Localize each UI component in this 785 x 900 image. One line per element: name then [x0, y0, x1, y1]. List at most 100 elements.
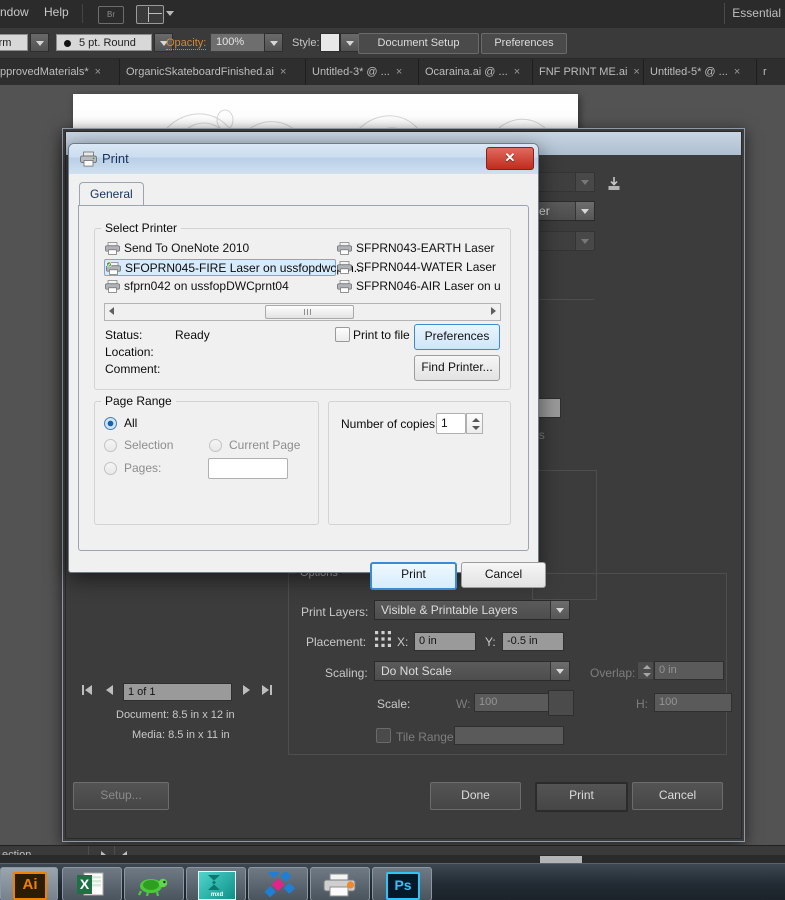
first-page-icon[interactable]	[80, 682, 96, 698]
printer-list-item-selected[interactable]: SFOPRN045-FIRE Laser on ussfopdwcprn...	[104, 259, 364, 276]
chevron-down-icon[interactable]	[575, 232, 594, 250]
link-scale-icon[interactable]	[548, 690, 574, 716]
document-setup-button[interactable]: Document Setup	[358, 33, 479, 54]
photoshop-icon: Ps	[386, 872, 420, 900]
radio-current-page[interactable]	[209, 439, 222, 452]
copies-stepper[interactable]	[466, 413, 483, 434]
radio-all-label[interactable]: All	[124, 416, 137, 430]
scale-h-input[interactable]: 100	[654, 693, 732, 712]
placement-x-input[interactable]: 0 in	[414, 632, 476, 651]
tile-range-checkbox[interactable]	[376, 728, 391, 743]
printer-icon	[337, 261, 352, 274]
workspace-switcher[interactable]: Essential	[732, 6, 781, 20]
menu-bar: ndow Help Br Essential	[0, 0, 785, 29]
previous-page-icon[interactable]	[102, 682, 118, 698]
printer-list-item[interactable]: sfprn042 on ussfopDWCprnt04	[104, 278, 334, 295]
pages-input[interactable]	[208, 458, 288, 479]
print-layers-label: Print Layers:	[301, 605, 369, 619]
printer-preferences-button[interactable]: Preferences	[414, 324, 500, 350]
radio-pages-label[interactable]: Pages:	[124, 461, 161, 475]
document-tab[interactable]: Untitled-5* @ ... ×	[644, 59, 757, 85]
printer-list-item[interactable]: SFPRN043-EARTH Laser	[336, 240, 511, 257]
overlap-stepper[interactable]	[637, 661, 654, 680]
bridge-icon[interactable]: Br	[98, 6, 124, 24]
tab-label: Untitled-5* @ ...	[650, 66, 728, 78]
overlap-input[interactable]: 0 in	[654, 661, 724, 680]
printer-list-item[interactable]: SFPRN044-WATER Laser	[336, 259, 511, 276]
taskbar-item-diagram[interactable]	[248, 867, 308, 900]
win-print-button[interactable]: Print	[370, 562, 457, 590]
printer-list[interactable]: Send To OneNote 2010 SFOPRN045-FIRE Lase…	[104, 240, 501, 300]
menu-help[interactable]: Help	[44, 5, 69, 19]
document-tab[interactable]: r	[757, 59, 785, 85]
horizontal-scrollbar[interactable]	[0, 855, 785, 863]
close-icon[interactable]: ×	[396, 66, 402, 78]
arrange-documents-icon[interactable]	[136, 5, 164, 24]
close-icon[interactable]: ×	[95, 66, 101, 78]
location-label: Location:	[105, 345, 154, 359]
radio-selection-label[interactable]: Selection	[124, 438, 173, 452]
printer-list-item[interactable]: SFPRN046-AIR Laser on u	[336, 278, 511, 295]
style-dropdown[interactable]	[340, 33, 359, 52]
taskbar-item-illustrator[interactable]: Ai	[0, 867, 58, 900]
taskbar-item-turtle[interactable]	[124, 867, 184, 900]
document-tab[interactable]: pprovedMaterials* ×	[0, 59, 120, 85]
print-layers-select[interactable]: Visible & Printable Layers	[374, 600, 570, 620]
find-printer-button[interactable]: Find Printer...	[414, 355, 500, 381]
stroke-profile-field[interactable]: iform	[0, 34, 28, 51]
tile-range-input[interactable]	[454, 726, 564, 745]
close-icon[interactable]: ×	[514, 66, 520, 78]
chevron-down-icon[interactable]	[550, 601, 569, 619]
copies-input[interactable]: 1	[436, 413, 466, 434]
close-icon[interactable]: ×	[280, 66, 286, 78]
chevron-down-icon[interactable]	[575, 173, 594, 191]
taskbar-item-mxd[interactable]: mxd	[186, 867, 246, 900]
opacity-field[interactable]: 100%	[210, 33, 270, 52]
next-page-icon[interactable]	[238, 682, 254, 698]
scroll-left-icon[interactable]	[107, 306, 117, 316]
setup-button[interactable]: Setup...	[73, 782, 169, 810]
taskbar-item-excel[interactable]: X	[62, 867, 122, 900]
close-icon[interactable]: ×	[633, 66, 639, 78]
scale-w-input[interactable]: 100	[474, 693, 552, 712]
preferences-button[interactable]: Preferences	[481, 33, 567, 54]
ai-done-button[interactable]: Done	[430, 782, 521, 810]
chevron-down-icon[interactable]	[575, 202, 594, 220]
ai-cancel-button[interactable]: Cancel	[632, 782, 723, 810]
document-tab[interactable]: FNF PRINT ME.ai ×	[533, 59, 644, 85]
tab-general[interactable]: General	[79, 182, 144, 207]
placement-y-input[interactable]: -0.5 in	[502, 632, 564, 651]
print-to-file-checkbox[interactable]	[335, 327, 350, 342]
taskbar-item-photoshop[interactable]: Ps	[372, 867, 432, 900]
radio-all[interactable]	[104, 417, 117, 430]
last-page-icon[interactable]	[258, 682, 274, 698]
scrollbar-thumb[interactable]	[540, 856, 582, 863]
style-swatch[interactable]	[320, 33, 340, 52]
radio-pages[interactable]	[104, 462, 117, 475]
printer-list-scrollbar[interactable]	[104, 303, 501, 321]
placement-proxy-icon[interactable]	[374, 630, 392, 648]
menu-window[interactable]: ndow	[0, 5, 29, 19]
document-tab[interactable]: Untitled-3* @ ... ×	[306, 59, 419, 85]
page-nav-input[interactable]: 1 of 1	[123, 683, 232, 701]
print-to-file-label[interactable]: Print to file	[353, 328, 410, 342]
ai-print-button[interactable]: Print	[535, 782, 628, 812]
scrollbar-thumb[interactable]	[265, 305, 354, 319]
printer-list-item[interactable]: Send To OneNote 2010	[104, 240, 334, 257]
opacity-dropdown[interactable]	[264, 33, 283, 52]
scroll-right-icon[interactable]	[488, 306, 498, 316]
chevron-down-icon[interactable]	[550, 662, 569, 680]
taskbar-item-printer[interactable]	[310, 867, 370, 900]
stroke-profile-dropdown[interactable]	[30, 33, 49, 52]
close-icon[interactable]: ×	[734, 66, 740, 78]
radio-current-page-label[interactable]: Current Page	[229, 438, 300, 452]
chevron-down-icon[interactable]	[166, 11, 174, 16]
document-tab[interactable]: OrganicSkateboardFinished.ai ×	[120, 59, 306, 85]
scaling-select[interactable]: Do Not Scale	[374, 661, 570, 681]
save-preset-icon[interactable]	[606, 176, 622, 192]
document-tab[interactable]: Ocaraina.ai @ ... ×	[419, 59, 533, 85]
close-icon[interactable]: ✕	[486, 147, 534, 170]
radio-selection[interactable]	[104, 439, 117, 452]
opacity-label[interactable]: Opacity:	[166, 37, 207, 50]
win-cancel-button[interactable]: Cancel	[461, 562, 546, 588]
